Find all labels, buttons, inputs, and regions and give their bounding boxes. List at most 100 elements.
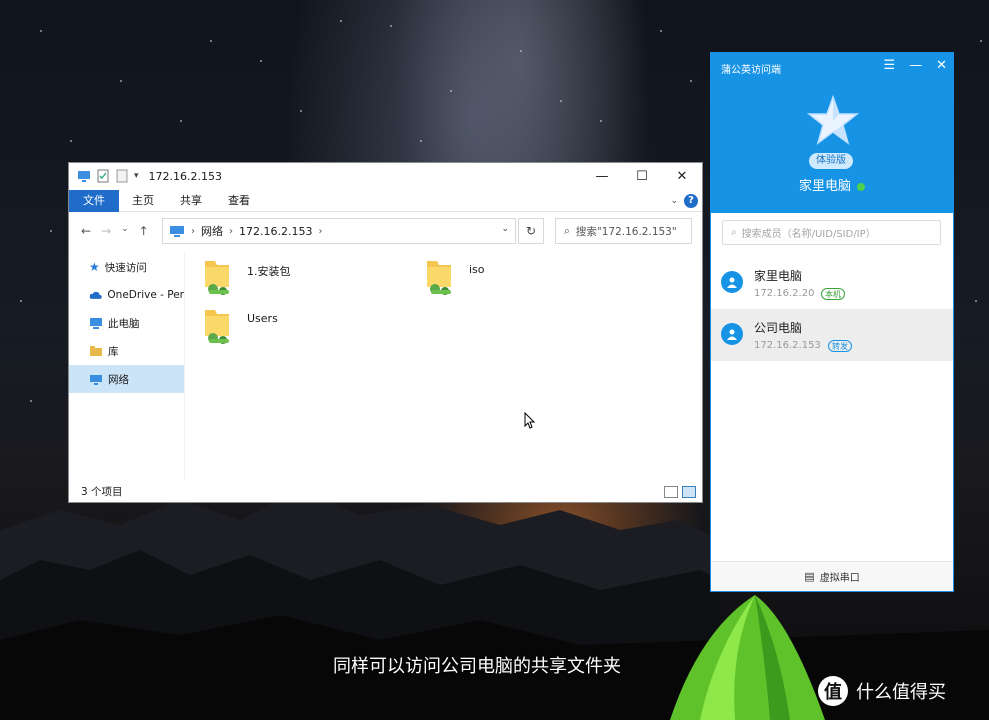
video-subtitle: 同样可以访问公司电脑的共享文件夹 xyxy=(333,656,621,677)
properties-icon[interactable] xyxy=(96,169,110,183)
member-tag: 本机 xyxy=(821,288,845,300)
recent-locations-icon[interactable]: ⌄ xyxy=(121,224,129,238)
close-button[interactable]: ✕ xyxy=(662,163,702,189)
file-item[interactable]: 1.安装包 xyxy=(201,257,291,297)
network-icon xyxy=(90,375,102,385)
minimize-icon[interactable]: — xyxy=(909,58,922,73)
file-explorer-window: ▾ 172.16.2.153 — ☐ ✕ 文件 主页 共享 查看 ⌄ ? ← →… xyxy=(68,162,703,503)
expand-ribbon-icon[interactable]: ⌄ xyxy=(670,196,678,206)
address-dropdown-icon[interactable]: ⌄ xyxy=(501,224,509,234)
help-icon[interactable]: ? xyxy=(684,194,698,208)
watermark-text: 什么值得买 xyxy=(856,682,946,703)
site-watermark: 值 什么值得买 xyxy=(818,676,946,706)
title-bar[interactable]: ▾ 172.16.2.153 — ☐ ✕ xyxy=(69,163,702,189)
details-view-icon[interactable] xyxy=(664,486,678,498)
serial-port-icon: ▤ xyxy=(804,570,815,583)
online-status-dot xyxy=(857,182,865,191)
search-placeholder: 搜索成员（名称/UID/SID/IP） xyxy=(741,229,876,240)
ribbon-tabs: 文件 主页 共享 查看 xyxy=(69,189,702,212)
nav-label: 网络 xyxy=(108,373,129,386)
search-placeholder: 搜索"172.16.2.153" xyxy=(575,225,677,238)
nav-label: OneDrive - Per xyxy=(107,289,184,301)
file-name: 1.安装包 xyxy=(247,265,291,278)
watermark-logo: 值 xyxy=(818,676,848,706)
breadcrumb-separator-icon: › xyxy=(229,225,233,237)
user-avatar-icon xyxy=(721,271,743,293)
breadcrumb-host[interactable]: 172.16.2.153 xyxy=(239,225,312,238)
member-name: 公司电脑 xyxy=(754,321,803,335)
quick-access-toolbar: ▾ xyxy=(69,169,139,183)
large-icons-view-icon[interactable] xyxy=(682,486,696,498)
maximize-button[interactable]: ☐ xyxy=(622,163,662,189)
member-name: 家里电脑 xyxy=(754,269,803,283)
member-row[interactable]: 家里电脑 172.16.2.20 本机 xyxy=(711,257,953,309)
tab-home[interactable]: 主页 xyxy=(119,190,167,212)
member-ip: 172.16.2.20 xyxy=(754,288,815,299)
member-list: 家里电脑 172.16.2.20 本机 公司电脑 172.16.2.153 转发 xyxy=(711,257,953,361)
footer-label: 虚拟串口 xyxy=(819,573,860,584)
forward-arrow-icon[interactable]: → xyxy=(101,224,111,238)
file-name: iso xyxy=(469,263,485,276)
menu-icon[interactable]: ☰ xyxy=(883,58,895,73)
library-icon xyxy=(90,346,102,356)
pugongying-client-window: 蒲公英访问端 ☰ — ✕ 体验版 家里电脑 ⌕ 搜索成员（名称/UID/SID/… xyxy=(710,52,954,592)
tab-share[interactable]: 共享 xyxy=(167,190,215,212)
navigation-buttons: ← → ⌄ ↑ xyxy=(69,224,149,238)
virtual-serial-port-button[interactable]: ▤ 虚拟串口 xyxy=(711,561,953,591)
item-count: 3 个项目 xyxy=(81,485,123,498)
shared-folder-icon xyxy=(427,261,451,295)
network-computer-icon xyxy=(170,226,184,237)
nav-item-library[interactable]: 库 xyxy=(69,337,184,365)
edition-badge: 体验版 xyxy=(809,153,853,169)
search-icon: ⌕ xyxy=(731,227,737,238)
nav-item-this-pc[interactable]: 此电脑 xyxy=(69,309,184,337)
star-logo-icon xyxy=(807,95,859,145)
view-toggle xyxy=(664,486,696,498)
tab-view[interactable]: 查看 xyxy=(215,190,263,212)
nav-label: 此电脑 xyxy=(108,317,140,330)
search-input[interactable]: ⌕ 搜索"172.16.2.153" xyxy=(555,218,692,244)
panel-header: 蒲公英访问端 ☰ — ✕ 体验版 家里电脑 xyxy=(711,53,953,213)
status-bar: 3 个项目 xyxy=(69,480,702,502)
shared-folder-icon xyxy=(205,261,229,295)
refresh-button[interactable]: ↻ xyxy=(518,218,544,244)
address-bar-row: ← → ⌄ ↑ › 网络 › 172.16.2.153 › ⌄ ↻ ⌕ 搜索"1… xyxy=(69,215,702,247)
search-icon: ⌕ xyxy=(564,224,570,237)
address-bar[interactable]: › 网络 › 172.16.2.153 › ⌄ xyxy=(162,218,516,244)
computer-icon xyxy=(90,318,102,329)
window-title: 172.16.2.153 xyxy=(148,169,223,183)
computer-icon xyxy=(78,171,90,182)
star-icon: ★ xyxy=(89,260,100,274)
breadcrumb-network[interactable]: 网络 xyxy=(201,223,223,239)
file-item[interactable]: iso xyxy=(423,257,485,297)
navigation-pane: ★ 快速访问 OneDrive - Per 此电脑 库 网络 xyxy=(69,253,185,479)
nav-item-network[interactable]: 网络 xyxy=(69,365,184,393)
panel-title: 蒲公英访问端 xyxy=(721,65,781,76)
file-list: 1.安装包 iso Users xyxy=(187,253,702,479)
member-tag: 转发 xyxy=(828,340,852,352)
close-icon[interactable]: ✕ xyxy=(936,58,947,73)
cloud-icon xyxy=(89,291,102,299)
back-arrow-icon[interactable]: ← xyxy=(81,224,91,238)
user-avatar-icon xyxy=(721,323,743,345)
panel-window-controls: ☰ — ✕ xyxy=(883,58,947,73)
nav-item-onedrive[interactable]: OneDrive - Per xyxy=(69,281,184,309)
mouse-pointer-icon xyxy=(524,412,536,429)
minimize-button[interactable]: — xyxy=(582,163,622,189)
file-item[interactable]: Users xyxy=(201,306,278,346)
member-ip: 172.16.2.153 xyxy=(754,340,821,351)
file-name: Users xyxy=(247,312,278,325)
nav-item-quick-access[interactable]: ★ 快速访问 xyxy=(69,253,184,281)
member-row[interactable]: 公司电脑 172.16.2.153 转发 xyxy=(711,309,953,361)
breadcrumb-separator-icon: › xyxy=(191,225,195,237)
nav-label: 快速访问 xyxy=(104,261,147,274)
shared-folder-icon xyxy=(205,310,229,344)
qat-dropdown-icon[interactable]: ▾ xyxy=(134,171,139,181)
current-device: 家里电脑 xyxy=(711,175,953,194)
window-controls: — ☐ ✕ xyxy=(582,163,702,189)
up-arrow-icon[interactable]: ↑ xyxy=(139,224,149,238)
tab-file[interactable]: 文件 xyxy=(69,189,119,212)
ribbon-help-area: ⌄ ? xyxy=(670,194,698,208)
new-folder-icon[interactable] xyxy=(115,169,129,183)
member-search-input[interactable]: ⌕ 搜索成员（名称/UID/SID/IP） xyxy=(722,220,941,245)
